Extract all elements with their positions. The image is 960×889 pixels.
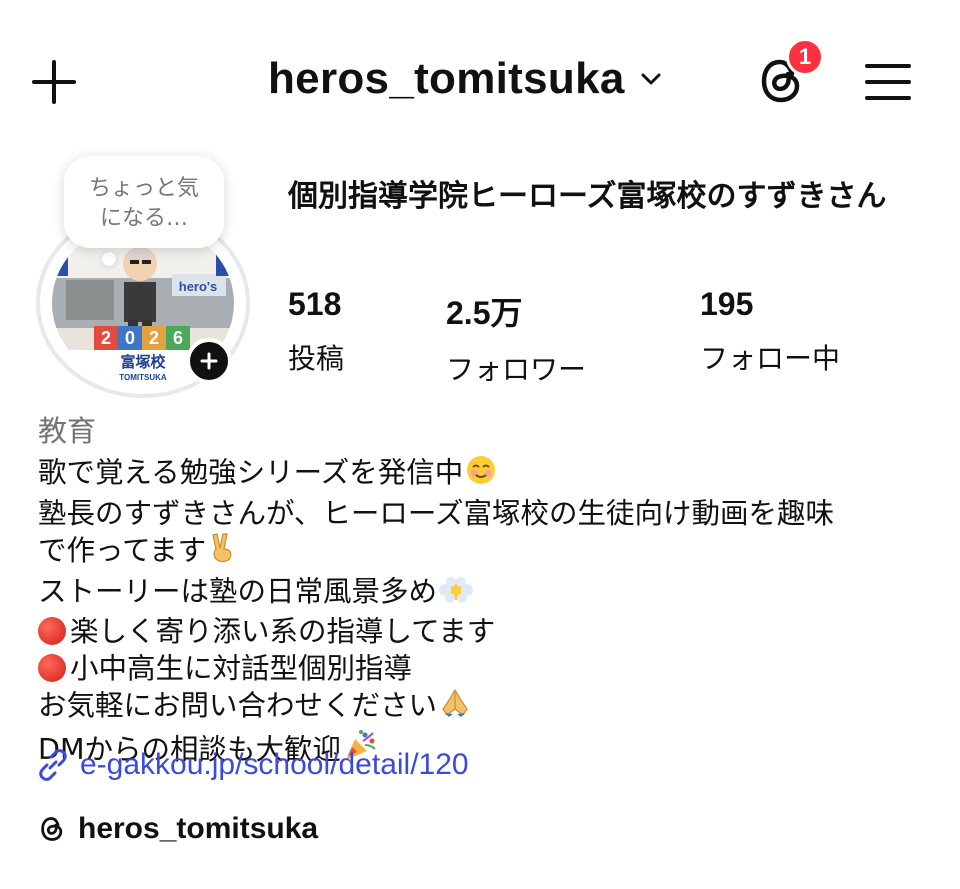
- bio-line: 楽しく寄り添い系の指導してます: [38, 614, 928, 651]
- profile-display-name: 個別指導学院ヒーローズ富塚校のすずきさん: [288, 179, 887, 214]
- note-text: ちょっと気になる…: [88, 176, 199, 231]
- profile-category: 教育: [38, 414, 97, 448]
- profile-username: heros_tomitsuka: [268, 54, 625, 103]
- smiling-face-icon: [465, 454, 497, 496]
- posts-count-label: 投稿: [288, 342, 345, 375]
- profile-note-bubble[interactable]: ちょっと気になる…: [64, 156, 224, 248]
- link-icon: [39, 749, 67, 781]
- bio-line-text: で作ってます: [38, 534, 207, 567]
- account-switcher[interactable]: heros_tomitsuka: [268, 54, 663, 104]
- red-circle-icon: [38, 653, 66, 682]
- bio-line: 歌で覚える勉強シリーズを発信中: [38, 454, 928, 496]
- link-text: e-gakkou.jp/school/detail/120: [80, 748, 469, 781]
- add-story-button[interactable]: [186, 338, 232, 384]
- bio-line-text: 塾長のすずきさんが、ヒーローズ富塚校の生徒向け動画を趣味: [38, 496, 835, 530]
- bio-line: 塾長のすずきさんが、ヒーローズ富塚校の生徒向け動画を趣味: [38, 496, 928, 533]
- bio-line: ストーリーは塾の日常風景多め: [38, 574, 928, 615]
- bio-line-text: お気軽にお問い合わせください: [38, 689, 438, 722]
- red-circle-icon: [38, 617, 66, 645]
- avatar-block-1: 2: [101, 328, 111, 348]
- avatar-block-4: 6: [173, 328, 183, 348]
- bio-line-text: 小中高生に対話型個別指導: [70, 651, 413, 685]
- threads-handle: heros_tomitsuka: [78, 812, 319, 845]
- followers-count-value: 2.5万: [446, 295, 523, 331]
- following-count[interactable]: 195 フォロー中: [700, 286, 840, 377]
- avatar-school-text: 富塚校: [120, 353, 166, 371]
- avatar-block-2: 0: [125, 328, 135, 348]
- bio-line-text: ストーリーは塾の日常風景多め: [38, 574, 438, 608]
- chevron-down-icon: [641, 73, 661, 85]
- avatar-block-3: 2: [149, 328, 159, 348]
- bio-line: で作ってます: [38, 532, 928, 574]
- avatar-banner-text: hero's: [179, 279, 218, 294]
- plus-icon: [32, 60, 76, 104]
- notification-badge: 1: [786, 38, 824, 76]
- create-post-button[interactable]: [28, 56, 80, 108]
- plus-icon: [200, 352, 218, 370]
- menu-button[interactable]: [864, 58, 912, 106]
- note-bubble-tail: [102, 252, 116, 266]
- avatar-romaji-text: TOMITSUKA: [119, 373, 167, 382]
- following-count-value: 195: [700, 286, 754, 322]
- followers-count[interactable]: 2.5万 フォロワー: [446, 288, 586, 388]
- folded-hands-icon: [439, 687, 471, 729]
- profile-bio: 歌で覚える勉強シリーズを発信中 塾長のすずきさんが、ヒーローズ富塚校の生徒向け動…: [38, 454, 928, 772]
- threads-icon: [41, 817, 63, 841]
- hamburger-menu-icon: [865, 64, 911, 100]
- posts-count-value: 518: [288, 286, 342, 322]
- bio-line-text: 楽しく寄り添い系の指導してます: [70, 615, 496, 648]
- bio-line-text: 歌で覚える勉強シリーズを発信中: [38, 456, 464, 489]
- victory-hand-icon: [208, 532, 238, 574]
- bio-line: お気軽にお問い合わせください: [38, 687, 928, 729]
- face-in-clouds-icon: [439, 575, 474, 615]
- bio-line: 小中高生に対話型個別指導: [38, 651, 928, 688]
- threads-profile-link[interactable]: heros_tomitsuka: [36, 812, 318, 846]
- profile-link[interactable]: e-gakkou.jp/school/detail/120: [36, 748, 469, 782]
- following-count-label: フォロー中: [700, 342, 841, 375]
- posts-count[interactable]: 518 投稿: [288, 286, 344, 377]
- followers-count-label: フォロワー: [446, 353, 587, 386]
